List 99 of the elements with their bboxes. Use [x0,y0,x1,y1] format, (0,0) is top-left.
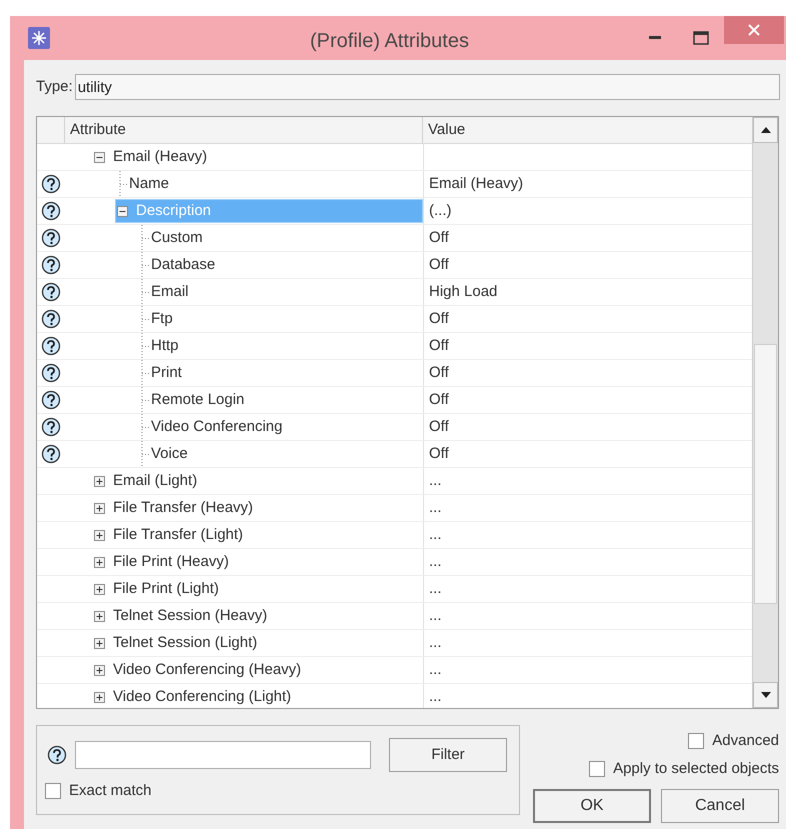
expand-icon[interactable] [94,610,105,622]
help-icon[interactable] [41,444,61,464]
tree-item[interactable]: File Transfer (Heavy) [93,496,254,520]
tree-connector [141,440,151,468]
value-cell[interactable]: ... [429,470,442,492]
tree-connector [141,386,151,414]
column-header[interactable]: Attribute [65,117,423,143]
value-cell[interactable]: ... [429,658,442,682]
close-button[interactable] [724,16,784,44]
dialog-button[interactable]: OK [533,789,651,823]
expand-icon[interactable] [94,638,105,648]
collapse-icon[interactable] [94,152,105,162]
type-label: Type: [36,76,73,97]
scroll-down-button[interactable] [753,682,778,708]
value-cell[interactable]: Off [429,388,449,412]
tree-connector [141,332,151,360]
help-icon[interactable] [41,363,61,383]
tree-item[interactable]: File Print (Light) [93,577,219,601]
value-cell[interactable]: Off [429,362,449,384]
tree-connector [141,224,151,252]
window-title: (Profile) Attributes [310,29,469,54]
tree-connector [141,414,151,440]
expand-icon[interactable] [94,692,105,702]
help-icon[interactable] [41,309,61,329]
maximize-icon [693,31,709,45]
tree-connector [141,306,151,332]
tree-item[interactable]: Email (Light) [93,469,198,493]
value-cell[interactable]: Email (Heavy) [429,172,524,196]
tree-item[interactable]: Video Conferencing (Heavy) [93,658,302,682]
tree-connector [141,252,151,278]
tree-item[interactable]: Telnet Session (Heavy) [93,604,268,628]
value-cell[interactable]: ... [429,550,442,574]
tree-item[interactable]: Email [151,280,189,304]
tree-item[interactable]: Print [151,362,182,384]
minimize-icon [649,36,661,40]
help-icon[interactable] [41,282,61,302]
value-cell[interactable]: (...) [429,200,452,222]
expand-icon[interactable] [94,476,105,486]
column-header[interactable]: Value [423,117,752,143]
scroll-thumb[interactable] [754,344,777,604]
checkbox[interactable] [688,733,704,749]
value-cell[interactable]: Off [429,226,449,250]
value-cell[interactable]: ... [429,496,442,520]
help-icon[interactable] [47,745,67,765]
tree-item[interactable]: Custom [151,226,203,250]
type-field[interactable]: utility [74,74,780,100]
value-cell[interactable]: ... [429,686,442,708]
tree-item[interactable]: Email (Heavy) [93,145,208,169]
down-arrow-icon [760,692,771,698]
help-icon[interactable] [41,255,61,275]
help-icon[interactable] [41,201,61,221]
value-cell[interactable]: High Load [429,280,498,304]
checkbox-label[interactable]: Advanced [712,730,779,752]
tree-connector [141,360,151,386]
tree-item[interactable]: Ftp [151,308,173,330]
up-arrow-icon [760,127,771,133]
tree-item[interactable]: Video Conferencing (Light) [93,685,292,708]
tree-connector [119,170,129,198]
value-cell[interactable]: Off [429,334,449,358]
checkbox-label[interactable]: Apply to selected objects [613,758,779,780]
value-cell[interactable]: ... [429,524,442,546]
help-icon[interactable] [41,174,61,194]
value-cell[interactable]: ... [429,604,442,628]
expand-icon[interactable] [94,584,105,594]
filter-button[interactable]: Filter [389,738,507,772]
tree-connector [141,278,151,306]
help-icon[interactable] [41,228,61,248]
value-cell[interactable]: Off [429,254,449,276]
expand-icon[interactable] [94,502,105,514]
value-cell[interactable]: Off [429,442,449,466]
collapse-icon[interactable] [117,206,128,216]
expand-icon[interactable] [94,530,105,540]
value-cell[interactable]: ... [429,578,442,600]
tree-item[interactable]: Telnet Session (Light) [93,631,258,655]
tree-item[interactable]: Video Conferencing [151,416,282,438]
tree-item[interactable]: Name [129,172,170,196]
scroll-up-button[interactable] [753,117,778,143]
filter-field[interactable] [75,741,371,769]
help-icon[interactable] [41,390,61,410]
dialog-button[interactable]: Cancel [661,789,779,823]
checkbox[interactable] [589,761,606,777]
tree-item[interactable]: Database [151,254,216,276]
tree-item[interactable]: Voice [151,442,188,466]
checkbox-label[interactable]: Exact match [69,780,152,802]
expand-icon[interactable] [94,664,105,676]
tree-item[interactable]: File Print (Heavy) [93,550,229,574]
tree-item[interactable]: Http [151,334,179,358]
checkbox[interactable] [45,783,61,800]
help-icon[interactable] [41,336,61,356]
scrollbar[interactable] [752,117,778,708]
close-icon [748,24,760,36]
help-icon[interactable] [41,417,61,437]
value-cell[interactable]: Off [429,416,449,438]
app-icon [28,27,50,49]
tree-item[interactable]: Remote Login [151,388,244,412]
tree-item[interactable]: File Transfer (Light) [93,523,244,547]
value-cell[interactable]: Off [429,308,449,330]
value-cell[interactable]: ... [429,632,442,654]
expand-icon[interactable] [94,556,105,568]
